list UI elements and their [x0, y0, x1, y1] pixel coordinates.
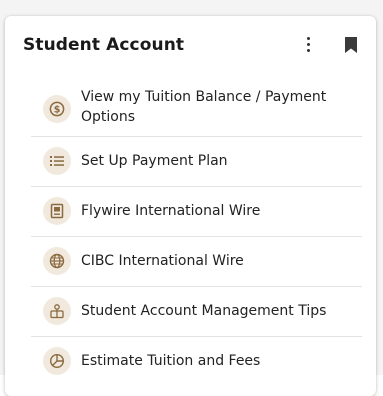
globe-icon [43, 247, 71, 275]
kebab-menu-icon[interactable] [301, 34, 317, 54]
list-item-label: Flywire International Wire [81, 203, 261, 219]
list-icon [43, 147, 71, 175]
bookmark-icon[interactable] [344, 37, 358, 53]
link-list: $ View my Tuition Balance / Payment Opti… [31, 82, 362, 386]
list-item-label: Set Up Payment Plan [81, 153, 228, 169]
list-item-flywire[interactable]: Flywire International Wire [31, 187, 362, 237]
card-header: Student Account [5, 16, 376, 78]
svg-text:$: $ [54, 105, 61, 116]
student-account-card: Student Account $ View my Tuition Balanc… [5, 16, 376, 396]
list-item-label: CIBC International Wire [81, 253, 244, 269]
list-item-label: View my Tuition Balance / Payment Option… [81, 89, 327, 125]
list-item-cibc[interactable]: CIBC International Wire [31, 237, 362, 287]
hand-coins-icon [43, 297, 71, 325]
list-item-tuition-balance[interactable]: $ View my Tuition Balance / Payment Opti… [31, 82, 362, 137]
list-item-management-tips[interactable]: Student Account Management Tips [31, 287, 362, 337]
dollar-circle-icon: $ [43, 95, 71, 123]
list-item-label: Estimate Tuition and Fees [81, 353, 261, 369]
pie-chart-icon [43, 347, 71, 375]
page-background: Student Account $ View my Tuition Balanc… [0, 0, 383, 396]
card-title: Student Account [23, 35, 185, 55]
list-item-estimate-tuition[interactable]: Estimate Tuition and Fees [31, 337, 362, 386]
list-item-payment-plan[interactable]: Set Up Payment Plan [31, 137, 362, 187]
list-item-label: Student Account Management Tips [81, 303, 327, 319]
id-card-icon [43, 197, 71, 225]
